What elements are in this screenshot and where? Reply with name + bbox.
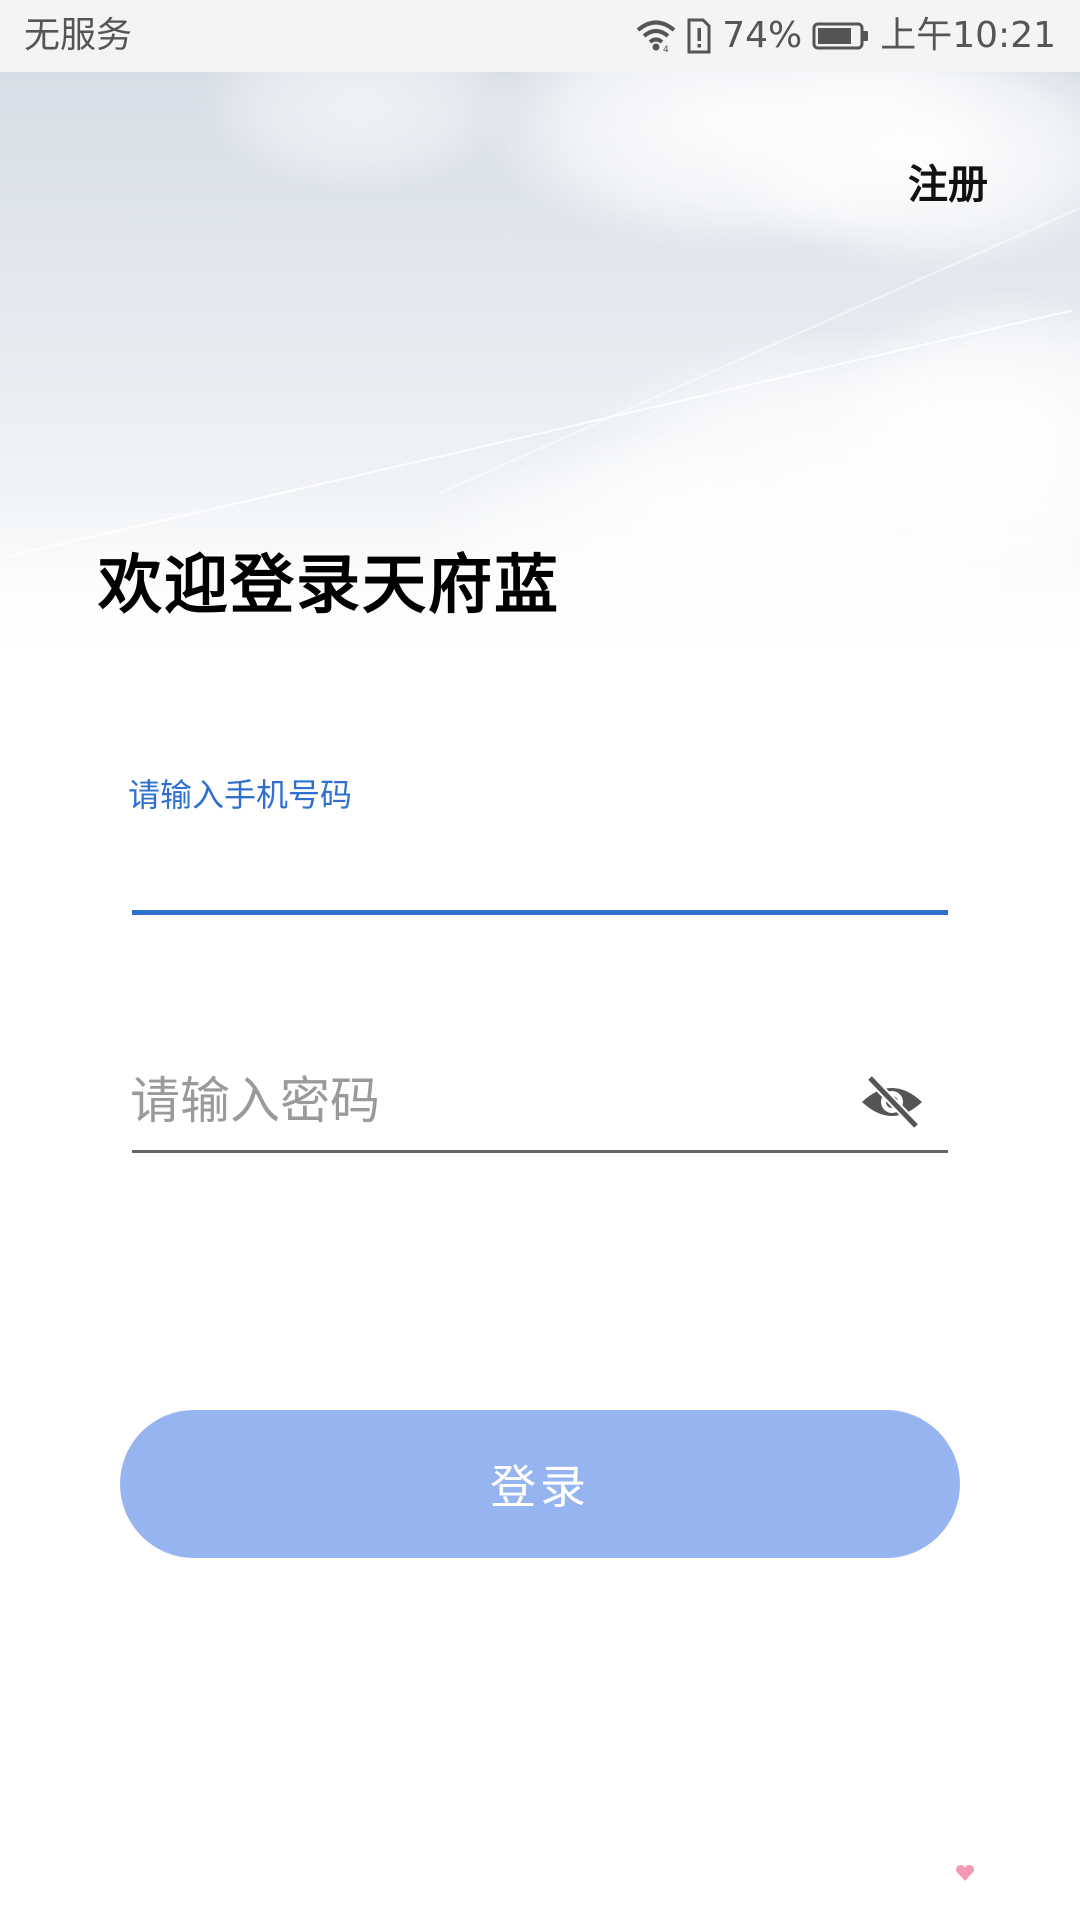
- status-bar: 无服务 4 74% 上午10:21: [0, 0, 1080, 72]
- login-button[interactable]: 登录: [120, 1410, 960, 1558]
- password-field-underline: [132, 1150, 948, 1153]
- battery-icon: [812, 21, 870, 51]
- carrier-label: 无服务: [24, 15, 133, 56]
- clock: 上午10:21: [880, 15, 1056, 56]
- phone-field-underline: [132, 910, 948, 915]
- password-input[interactable]: [128, 1050, 832, 1152]
- login-screen: 无服务 4 74% 上午10:21 注册 欢迎登录天府蓝 请输入手机号码 登录: [0, 0, 1080, 1920]
- heart-icon: [954, 1862, 976, 1884]
- wifi-icon: 4: [636, 19, 676, 53]
- phone-input[interactable]: [132, 830, 952, 902]
- phone-field: 请输入手机号码: [128, 770, 952, 918]
- register-link[interactable]: 注册: [908, 152, 988, 210]
- svg-text:4: 4: [663, 45, 669, 53]
- phone-field-label: 请输入手机号码: [128, 776, 353, 814]
- status-indicators: 4 74% 上午10:21: [636, 14, 1056, 58]
- welcome-title: 欢迎登录天府蓝: [98, 549, 560, 623]
- password-field: [128, 1050, 948, 1154]
- eye-off-icon[interactable]: [858, 1072, 926, 1132]
- battery-percent: 74%: [722, 15, 803, 56]
- sim-alert-icon: [686, 17, 712, 55]
